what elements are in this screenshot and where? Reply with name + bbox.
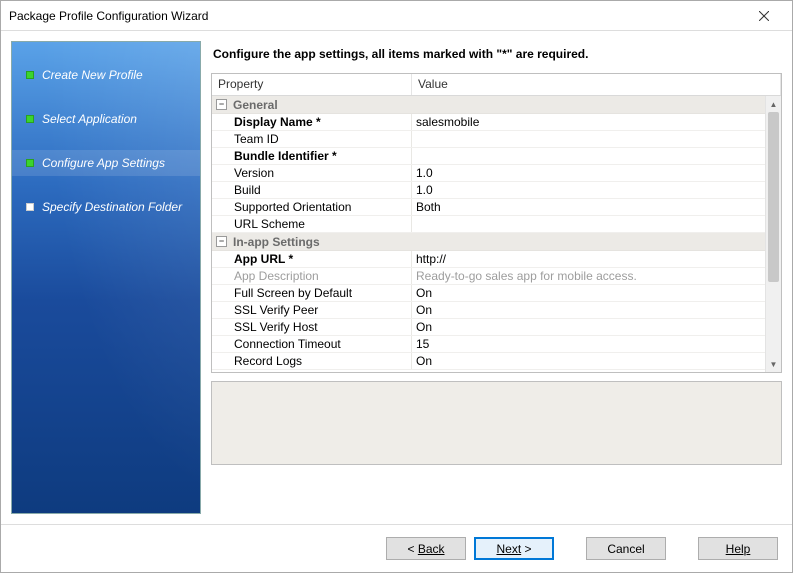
back-label: Back <box>418 542 445 556</box>
property-label: Supported Orientation <box>212 199 412 215</box>
titlebar: Package Profile Configuration Wizard <box>1 1 792 31</box>
property-label: Team ID <box>212 131 412 147</box>
footer: < Back Next > Cancel Help <box>1 524 792 572</box>
description-panel <box>211 381 782 465</box>
property-value[interactable]: salesmobile <box>412 114 765 130</box>
step-label: Select Application <box>42 112 137 126</box>
property-value[interactable]: 1.0 <box>412 182 765 198</box>
property-value[interactable]: Ready-to-go sales app for mobile access. <box>412 268 765 284</box>
property-row[interactable]: Display Name *salesmobile <box>212 114 765 131</box>
property-row[interactable]: Supported OrientationBoth <box>212 199 765 216</box>
next-button[interactable]: Next > <box>474 537 554 560</box>
step-configure-app-settings[interactable]: Configure App Settings <box>12 150 200 176</box>
property-value[interactable]: On <box>412 302 765 318</box>
column-header-value[interactable]: Value <box>412 74 781 95</box>
property-grid: Property Value −GeneralDisplay Name *sal… <box>211 73 782 373</box>
property-row[interactable]: Connection Timeout15 <box>212 336 765 353</box>
property-value[interactable]: http:// <box>412 251 765 267</box>
step-label: Configure App Settings <box>42 156 165 170</box>
property-row[interactable]: URL Scheme <box>212 216 765 233</box>
property-value[interactable]: 1.0 <box>412 165 765 181</box>
property-row[interactable]: SSL Verify HostOn <box>212 319 765 336</box>
vertical-scrollbar[interactable]: ▲ ▼ <box>765 96 781 372</box>
property-value[interactable]: On <box>412 285 765 301</box>
column-header-property[interactable]: Property <box>212 74 412 95</box>
step-create-new-profile[interactable]: Create New Profile <box>12 62 200 88</box>
property-row[interactable]: SSL Verify PeerOn <box>212 302 765 319</box>
scroll-track[interactable] <box>766 112 781 356</box>
property-row[interactable]: Full Screen by DefaultOn <box>212 285 765 302</box>
property-value[interactable] <box>412 148 765 164</box>
property-label: URL Scheme <box>212 216 412 232</box>
property-label: Record Logs <box>212 353 412 369</box>
property-row[interactable]: Team ID <box>212 131 765 148</box>
instruction-text: Configure the app settings, all items ma… <box>211 41 782 73</box>
property-value[interactable] <box>412 216 765 232</box>
property-label: Connection Timeout <box>212 336 412 352</box>
property-value[interactable]: 15 <box>412 336 765 352</box>
step-done-icon <box>26 71 34 79</box>
property-row[interactable]: App DescriptionReady-to-go sales app for… <box>212 268 765 285</box>
property-value[interactable] <box>412 131 765 147</box>
wizard-sidebar: Create New Profile Select Application Co… <box>11 41 201 514</box>
property-row[interactable]: Build1.0 <box>212 182 765 199</box>
property-label: Version <box>212 165 412 181</box>
step-specify-destination-folder[interactable]: Specify Destination Folder <box>12 194 200 220</box>
step-done-icon <box>26 115 34 123</box>
wizard-window: Package Profile Configuration Wizard Cre… <box>0 0 793 573</box>
step-done-icon <box>26 159 34 167</box>
property-row[interactable]: App URL *http:// <box>212 251 765 268</box>
group-header[interactable]: −General <box>212 96 765 114</box>
property-label: Bundle Identifier * <box>212 148 412 164</box>
group-header[interactable]: −In-app Settings <box>212 233 765 251</box>
close-button[interactable] <box>744 2 784 30</box>
property-label: App Description <box>212 268 412 284</box>
step-pending-icon <box>26 203 34 211</box>
property-label: SSL Verify Peer <box>212 302 412 318</box>
property-label: Build <box>212 182 412 198</box>
close-icon <box>759 11 769 21</box>
next-label: Next <box>496 542 521 556</box>
help-button[interactable]: Help <box>698 537 778 560</box>
collapse-icon[interactable]: − <box>216 99 227 110</box>
property-label: Display Name * <box>212 114 412 130</box>
property-value[interactable]: On <box>412 319 765 335</box>
property-label: Full Screen by Default <box>212 285 412 301</box>
property-label: SSL Verify Host <box>212 319 412 335</box>
property-row[interactable]: Version1.0 <box>212 165 765 182</box>
property-row[interactable]: Record LogsOn <box>212 353 765 370</box>
step-label: Specify Destination Folder <box>42 200 182 214</box>
main-panel: Configure the app settings, all items ma… <box>211 41 782 514</box>
step-select-application[interactable]: Select Application <box>12 106 200 132</box>
scroll-up-button[interactable]: ▲ <box>766 96 781 112</box>
body: Create New Profile Select Application Co… <box>1 31 792 524</box>
scroll-down-button[interactable]: ▼ <box>766 356 781 372</box>
group-label: General <box>233 98 278 112</box>
help-label: Help <box>726 542 751 556</box>
scroll-thumb[interactable] <box>768 112 779 282</box>
property-row[interactable]: Bundle Identifier * <box>212 148 765 165</box>
property-label: App URL * <box>212 251 412 267</box>
property-value[interactable]: On <box>412 353 765 369</box>
collapse-icon[interactable]: − <box>216 236 227 247</box>
group-label: In-app Settings <box>233 235 320 249</box>
property-value[interactable]: Both <box>412 199 765 215</box>
grid-header: Property Value <box>212 74 781 96</box>
window-title: Package Profile Configuration Wizard <box>9 9 744 23</box>
step-label: Create New Profile <box>42 68 143 82</box>
grid-body: −GeneralDisplay Name *salesmobileTeam ID… <box>212 96 781 372</box>
cancel-button[interactable]: Cancel <box>586 537 666 560</box>
back-button[interactable]: < Back <box>386 537 466 560</box>
